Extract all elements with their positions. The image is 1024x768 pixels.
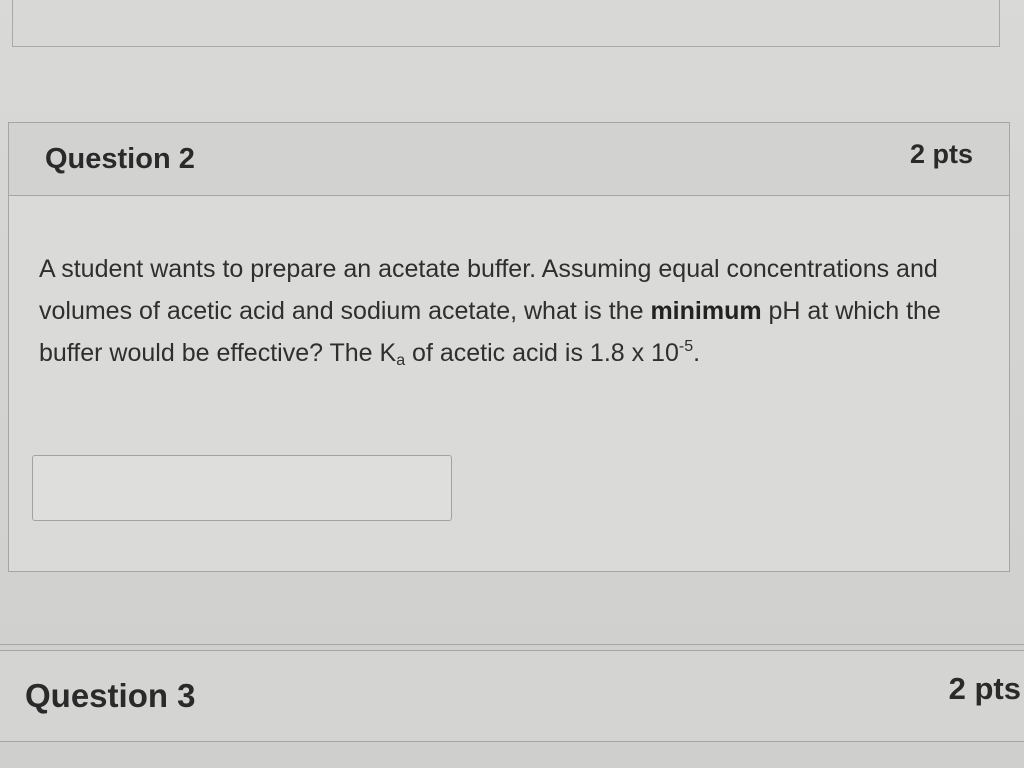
question-card: Question 3 2 pts xyxy=(0,650,1024,742)
quiz-page: Question 2 2 pts A student wants to prep… xyxy=(0,0,1024,768)
answer-input[interactable] xyxy=(32,455,452,521)
question-title: Question 2 xyxy=(45,143,195,175)
question-points: 2 pts xyxy=(948,671,1021,706)
question-header: Question 2 2 pts xyxy=(9,123,1009,196)
question-text: A student wants to prepare an acetate bu… xyxy=(39,248,989,374)
previous-question-card xyxy=(12,0,1000,47)
question-points: 2 pts xyxy=(909,139,973,169)
exponent-superscript: -5 xyxy=(678,338,694,355)
question-text-part: . xyxy=(693,339,701,367)
question-text-emphasis: minimum xyxy=(650,297,762,325)
question-card: Question 2 2 pts A student wants to prep… xyxy=(8,122,1010,572)
question-text-part: of acetic acid is 1.8 x 10 xyxy=(405,339,679,367)
question-body: A student wants to prepare an acetate bu… xyxy=(9,196,1009,374)
section-divider xyxy=(0,644,1024,645)
question-title: Question 3 xyxy=(25,677,196,714)
ka-subscript: a xyxy=(396,352,406,369)
